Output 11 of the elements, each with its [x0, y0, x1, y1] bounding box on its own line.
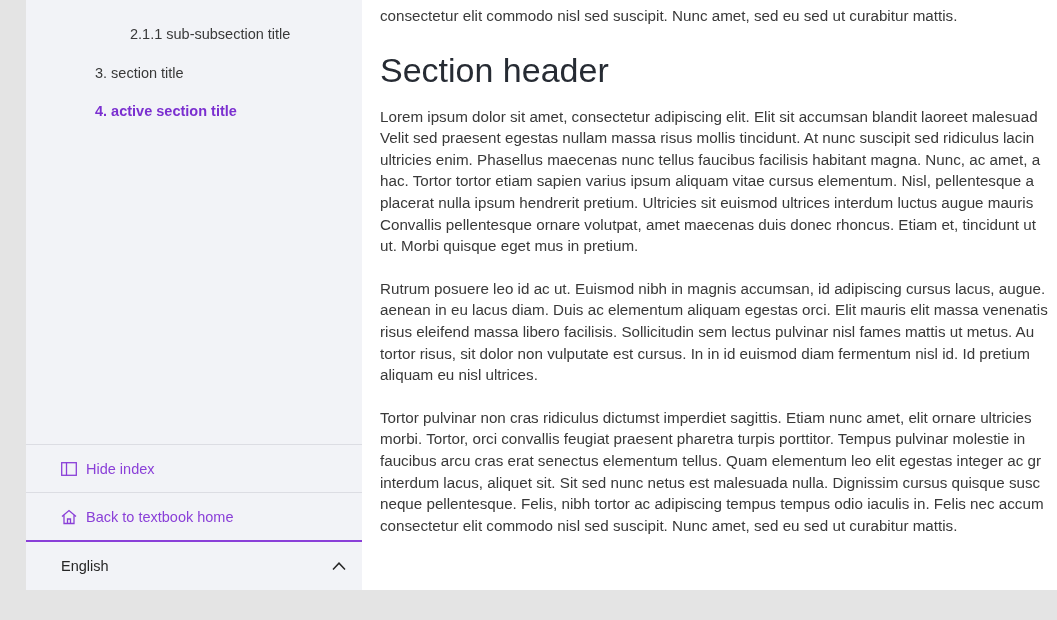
sidebar-panel-icon — [61, 461, 77, 476]
paragraph: Lorem ipsum dolor sit amet, consectetur adipiscing elit. Elit sit accumsan blandit laoreet malesuad Velit sed praesent egestas nullam massa risus mollis tincidunt. At nunc suscipit sed ridiculus lacin ultricies enim. Phasellus maecenas nunc tellus faucibus facilisis habitant magna. Nunc, ac amet, a hac. Tortor tortor etiam sapien varius ipsum aliquam vitae cursus elementum. Nisl, pellentesque a placerat nulla ipsum hendrerit pretium. Ultricies sit euismod ultrices interdum luctus augue mauris Convallis pellentesque ornare volutpat, amet maecenas duis donec rhoncus. Etiam et, tincidunt ut ut. Morbi quisque eget mus in pretium. — [380, 106, 1042, 257]
paragraph: Tortor pulvinar non cras ridiculus dictumst imperdiet sagittis. Etiam nunc amet, elit ornare ultricies morbi. Tortor, orci convallis feugiat praesent pharetra turpis porttitor. Tempus pulvinar molestie in faucibus arcu cras erat senectus elementum tellus. Quam elementum leo elit egestas integer ac gr interdum lacus, aliquet sit. Sit sed nunc netus est malesuada nulla. Dignissim cursus quisque susc neque pellentesque. Felis, nibh tortor ac adipiscing tempus tempus odio iaculis in. Felis nec accum consectetur elit commodo nisl sed suscipit. Nunc amet, sed eu sed ut curabitur mattis. — [380, 407, 1045, 536]
chevron-icon — [332, 562, 346, 570]
paragraph: Rutrum posuere leo id ac ut. Euismod nibh in magnis accumsan, id adipiscing cursus lacus, augue. aenean in eu lacus diam. Duis ac elementum aliquam egestas orci. Elit mauris elit massa venenatis risus eleifend massa libero facilisis. Sollicitudin sem lectus pulvinar nisl fames mattis ut metus. Au tortor risus, sit dolor non vulputate est cursus. In in id euismod diam fermentum nisl id. Id pretium aliquam eu nisl ultrices. — [380, 278, 1049, 386]
index-link[interactable]: 4. active section title — [26, 100, 237, 139]
paragraph: consectetur elit commodo nisl sed suscipit. Nunc amet, sed eu sed ut curabitur mattis. — [380, 6, 959, 26]
home-icon — [61, 508, 77, 525]
index-link[interactable]: 3. section title — [26, 61, 184, 100]
index-link[interactable]: 2.1.1 sub-subsection title — [26, 23, 291, 62]
section-heading: Section header — [380, 49, 610, 91]
